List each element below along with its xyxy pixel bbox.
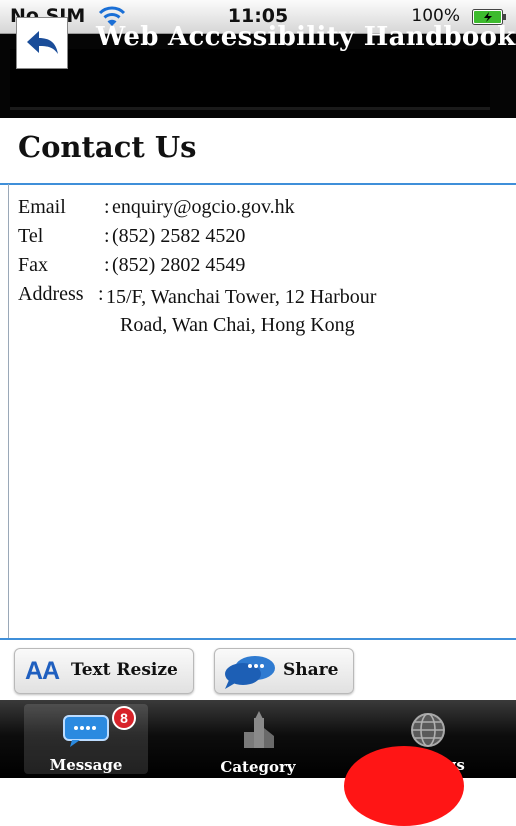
address-row-2: Road, Wan Chai, Hong Kong	[0, 312, 516, 341]
contact-details: Email : enquiry@ogcio.gov.hk Tel : (852)…	[0, 196, 516, 341]
tel-row: Tel : (852) 2582 4520	[0, 225, 516, 254]
tab-message-label: Message	[49, 756, 123, 774]
text-resize-label: Text Resize	[71, 660, 178, 680]
email-value[interactable]: enquiry@ogcio.gov.hk	[112, 196, 295, 219]
fax-row: Fax : (852) 2802 4549	[0, 254, 516, 283]
message-badge: 8	[112, 706, 136, 730]
title-bar-inner	[10, 49, 490, 110]
text-resize-button[interactable]: AA Text Resize	[14, 648, 194, 694]
heading-divider	[0, 183, 516, 185]
address-line-2: Road, Wan Chai, Hong Kong	[120, 314, 355, 336]
app-title: Web Accessibility Handbook	[96, 22, 516, 52]
email-label: Email	[18, 196, 66, 218]
tab-message[interactable]: 8 Message	[0, 700, 172, 778]
text-resize-icon: AA	[25, 657, 60, 685]
fax-separator: :	[104, 254, 110, 276]
tel-value[interactable]: (852) 2582 4520	[112, 225, 245, 248]
action-bar: AA Text Resize Share	[0, 640, 516, 700]
tel-separator: :	[104, 225, 110, 247]
email-separator: :	[104, 196, 110, 218]
back-arrow-icon	[27, 31, 58, 54]
touch-indicator	[344, 746, 464, 826]
address-row: Address : 15/F, Wanchai Tower, 12 Harbou…	[0, 283, 516, 312]
tel-label: Tel	[18, 225, 44, 247]
address-line-1: 15/F, Wanchai Tower, 12 Harbour	[106, 286, 377, 308]
tab-category[interactable]: Category	[172, 700, 344, 778]
speech-bubble-icon	[225, 656, 275, 689]
fax-value: (852) 2802 4549	[112, 254, 246, 276]
share-button[interactable]: Share	[214, 648, 354, 694]
fax-label: Fax	[18, 254, 48, 276]
globe-icon	[411, 713, 445, 747]
share-label: Share	[283, 660, 339, 680]
category-icon	[244, 711, 274, 748]
email-row: Email : enquiry@ogcio.gov.hk	[0, 196, 516, 225]
address-separator: :	[98, 283, 104, 305]
tab-category-label: Category	[220, 758, 296, 776]
page-title: Contact Us	[18, 130, 197, 164]
address-label: Address	[18, 283, 84, 305]
message-icon	[63, 715, 109, 747]
back-button[interactable]	[16, 17, 68, 69]
